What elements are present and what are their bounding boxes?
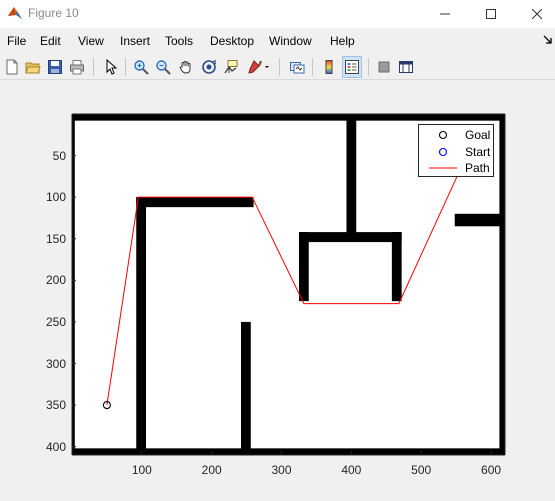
y-tick-label: 400 — [45, 439, 66, 454]
legend-entry-goal: Goal — [419, 127, 495, 143]
obstacle-wall-2 — [499, 114, 505, 455]
legend-label-path: Path — [465, 161, 490, 175]
legend-path-line — [429, 167, 457, 169]
y-tick-label: 250 — [45, 314, 66, 329]
legend-goal-marker — [438, 130, 448, 140]
y-tick-label: 50 — [52, 148, 66, 163]
obstacle-wall-9 — [298, 232, 309, 302]
x-tick-label: 100 — [131, 463, 152, 477]
y-tick-label: 100 — [45, 190, 66, 205]
legend-entry-path: Path — [419, 160, 495, 176]
legend-entry-start: Start — [419, 144, 495, 160]
legend-start-marker — [438, 147, 448, 157]
y-tick-label: 200 — [45, 273, 66, 288]
obstacle-wall-10 — [391, 232, 402, 302]
obstacle-wall-7 — [346, 114, 357, 239]
chart-legend[interactable]: Goal Start Path — [418, 124, 494, 177]
x-tick-label: 300 — [271, 463, 292, 477]
legend-label-start: Start — [465, 145, 491, 159]
obstacle-wall-8 — [298, 232, 402, 243]
obstacle-wall-11 — [454, 213, 505, 227]
x-tick-label: 200 — [201, 463, 222, 477]
plot-axes[interactable] — [0, 0, 555, 501]
y-tick-label: 150 — [45, 231, 66, 246]
obstacle-wall-4 — [136, 197, 254, 208]
legend-label-goal: Goal — [465, 128, 491, 142]
x-tick-label: 400 — [341, 463, 362, 477]
obstacle-wall-5 — [136, 197, 147, 456]
y-tick-label: 300 — [45, 356, 66, 371]
x-tick-label: 600 — [481, 463, 502, 477]
obstacle-wall-0 — [72, 114, 505, 121]
obstacle-wall-6 — [241, 321, 251, 455]
y-tick-label: 350 — [45, 398, 66, 413]
x-tick-label: 500 — [411, 463, 432, 477]
